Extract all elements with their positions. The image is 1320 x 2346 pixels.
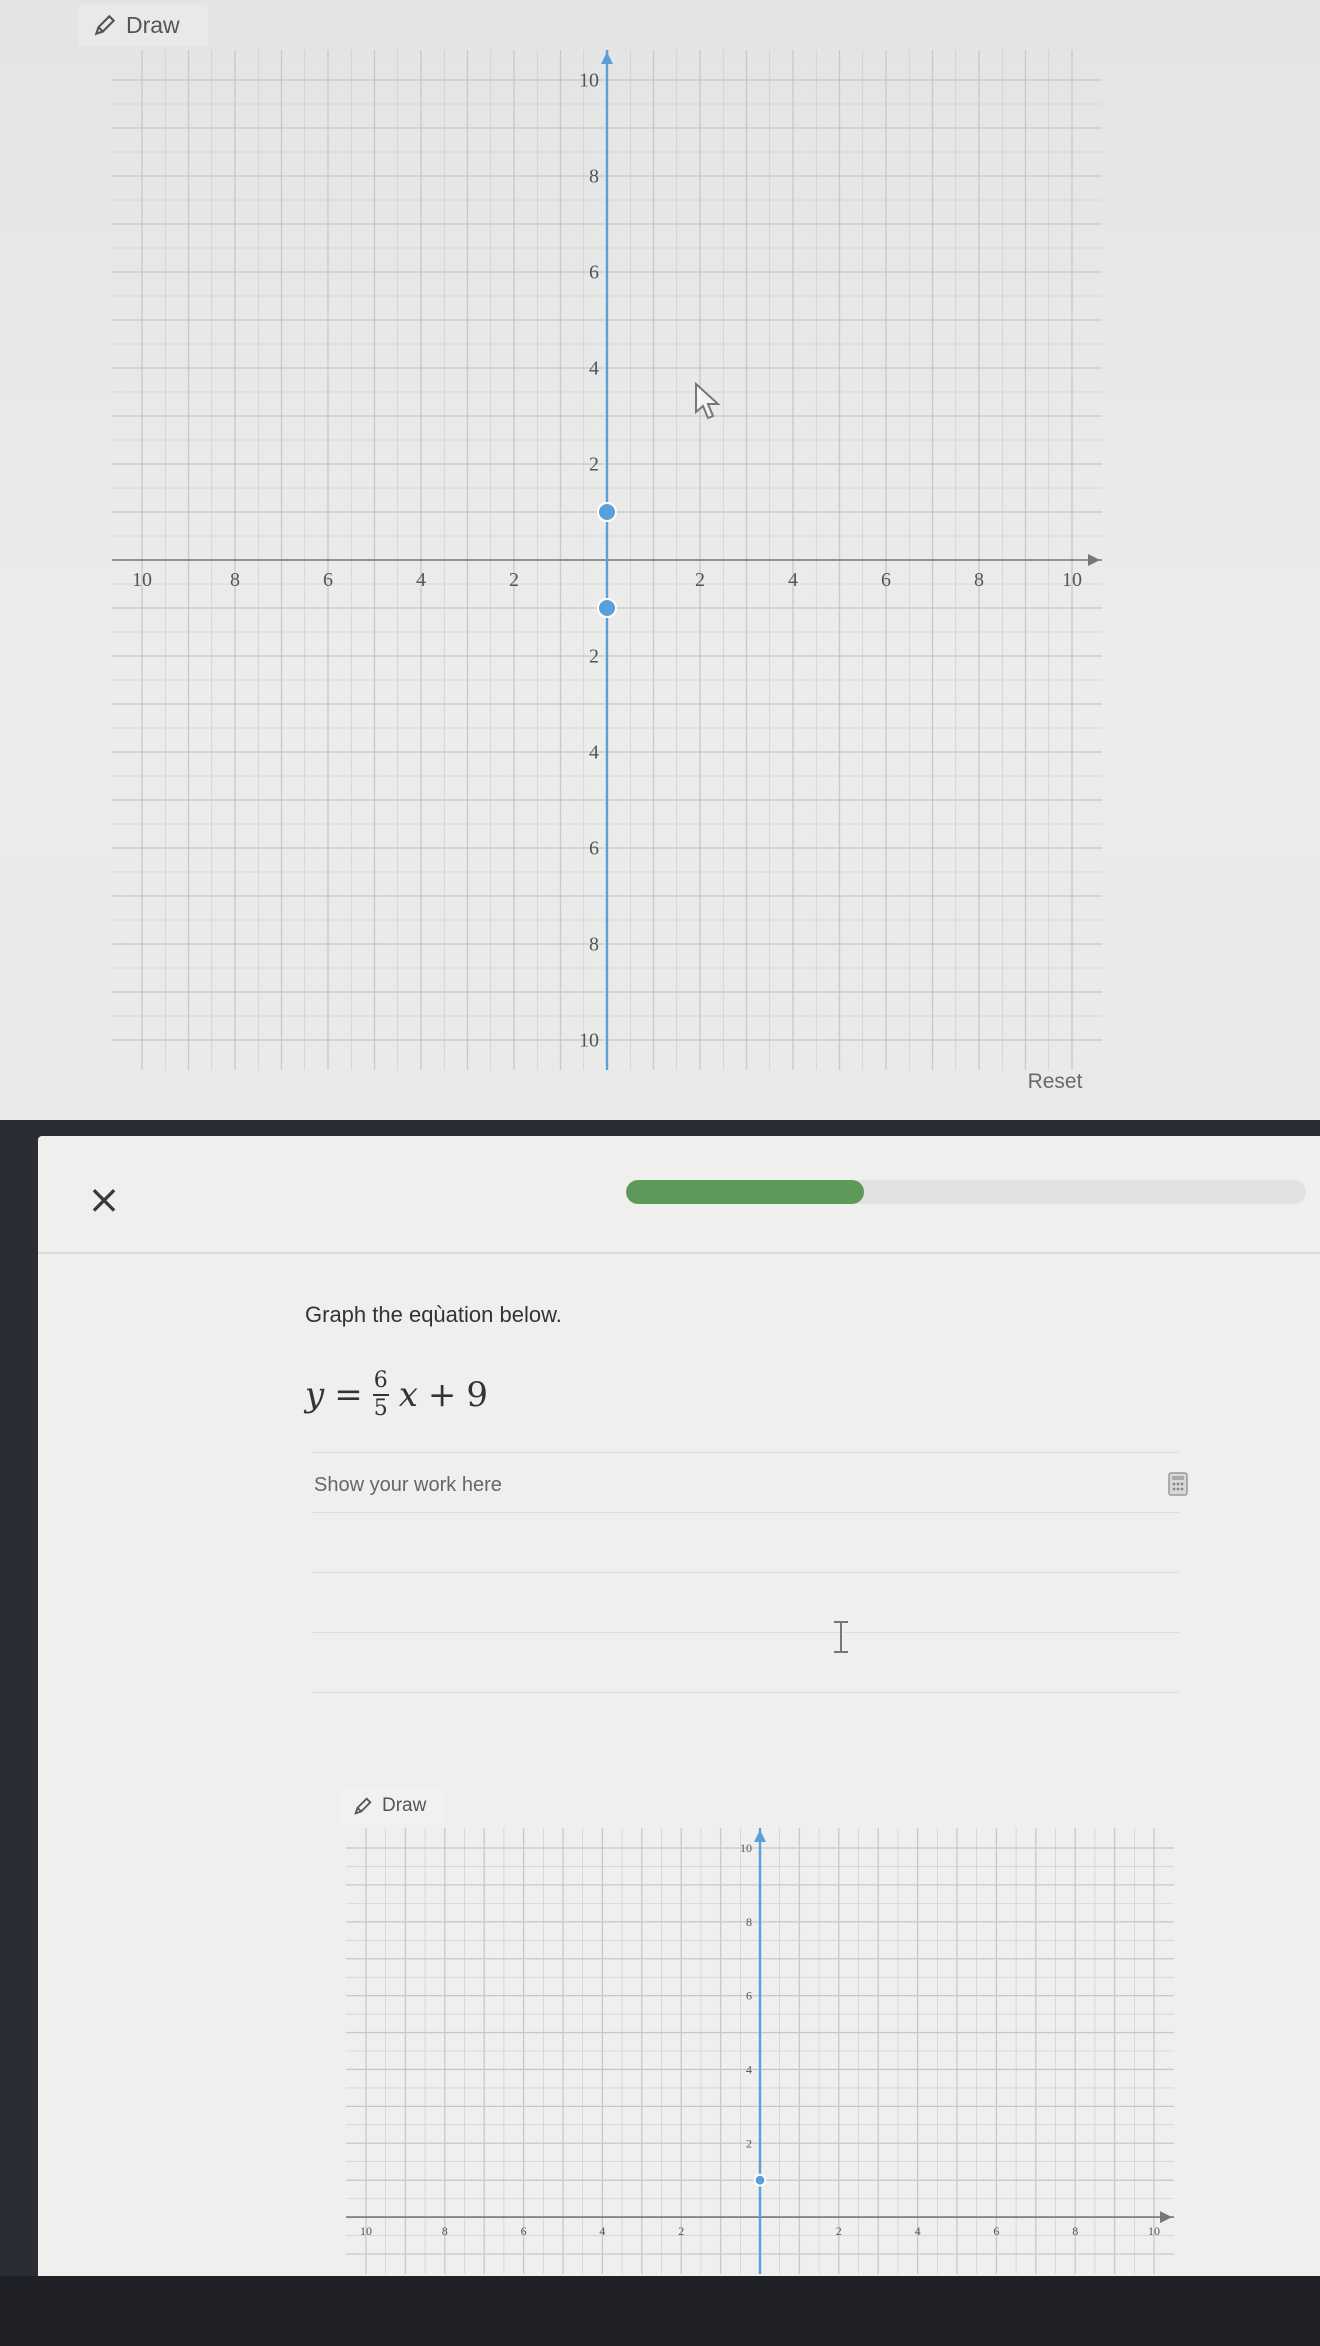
y-tick-label: 8 bbox=[589, 166, 599, 188]
x-tick-label: 8 bbox=[1072, 2224, 1078, 2238]
equation: y = 6 5 x + 9 bbox=[305, 1360, 488, 1430]
x-tick-label: 2 bbox=[678, 2224, 684, 2238]
work-line bbox=[312, 1572, 1180, 1573]
progress-bar bbox=[626, 1180, 1306, 1204]
app-header: × bbox=[38, 1136, 1320, 1254]
y-tick-label: 8 bbox=[746, 1915, 752, 1929]
x-axis-arrow bbox=[1160, 2211, 1172, 2224]
equation-equals: = bbox=[334, 1375, 363, 1415]
screen-bezel bbox=[0, 2276, 1320, 2346]
y-tick-label: 4 bbox=[746, 2062, 752, 2076]
equation-variable: x bbox=[398, 1375, 418, 1415]
x-tick-label: 8 bbox=[442, 2224, 448, 2238]
x-tick-label: 4 bbox=[416, 569, 426, 591]
equation-plus: + bbox=[427, 1375, 457, 1415]
x-tick-label: 2 bbox=[509, 569, 519, 591]
fraction-numerator: 6 bbox=[373, 1368, 388, 1393]
x-tick-label: 4 bbox=[915, 2224, 921, 2238]
work-placeholder: Show your work here bbox=[314, 1474, 502, 1496]
progress-fill bbox=[626, 1180, 864, 1204]
equation-fraction: 6 5 bbox=[372, 1368, 389, 1421]
work-textarea[interactable]: Show your work here bbox=[312, 1452, 1188, 1697]
equation-constant: 9 bbox=[466, 1375, 489, 1415]
mouse-pointer-icon bbox=[695, 382, 721, 420]
draw-button-label: Draw bbox=[382, 1795, 427, 1816]
text-cursor-icon bbox=[834, 1621, 848, 1653]
graph-point bbox=[597, 598, 617, 618]
x-tick-label: 8 bbox=[230, 569, 240, 591]
x-tick-label: 10 bbox=[1062, 569, 1082, 591]
pencil-icon bbox=[92, 12, 118, 38]
x-tick-label: 2 bbox=[695, 569, 705, 591]
y-tick-label: 6 bbox=[589, 262, 599, 284]
x-axis-arrow bbox=[1088, 554, 1100, 566]
pencil-icon bbox=[352, 1795, 374, 1817]
work-line bbox=[312, 1692, 1180, 1693]
y-tick-label: 6 bbox=[589, 838, 599, 860]
x-tick-label: 8 bbox=[974, 569, 984, 591]
x-tick-label: 6 bbox=[993, 2224, 999, 2238]
draw-button-bottom[interactable]: Draw bbox=[340, 1788, 444, 1824]
x-tick-label: 6 bbox=[323, 569, 333, 591]
calculator-icon[interactable] bbox=[1168, 1472, 1188, 1496]
y-tick-label: 10 bbox=[579, 70, 599, 92]
y-tick-label: 2 bbox=[589, 454, 599, 476]
coordinate-graph-top[interactable]: 10 8 6 4 2 2 4 6 8 10 10 8 6 4 2 2 4 6 8 10 bbox=[112, 50, 1102, 1070]
y-tick-label: 2 bbox=[589, 646, 599, 668]
draw-button[interactable]: Draw bbox=[78, 4, 208, 46]
y-tick-label: 4 bbox=[589, 358, 599, 380]
x-tick-label: 10 bbox=[360, 2224, 372, 2238]
question-text: Graph the eqùation below. bbox=[305, 1302, 562, 1327]
x-tick-label: 2 bbox=[836, 2224, 842, 2238]
work-line bbox=[312, 1452, 1180, 1453]
draw-button-label: Draw bbox=[126, 11, 180, 38]
x-tick-label: 4 bbox=[788, 569, 798, 591]
y-tick-label: 6 bbox=[746, 1989, 752, 2003]
graph-point bbox=[753, 2173, 767, 2187]
x-tick-label: 4 bbox=[599, 2224, 605, 2238]
x-tick-label: 10 bbox=[132, 569, 152, 591]
graph-point bbox=[597, 502, 617, 522]
x-tick-label: 10 bbox=[1148, 2224, 1160, 2238]
fraction-denominator: 5 bbox=[373, 1396, 388, 1421]
work-line bbox=[312, 1512, 1180, 1513]
coordinate-graph-bottom[interactable]: 10 8 6 4 2 2 4 6 8 10 10 8 6 4 2 bbox=[346, 1828, 1174, 2274]
x-tick-label: 6 bbox=[881, 569, 891, 591]
y-tick-label: 8 bbox=[589, 934, 599, 956]
y-tick-label: 10 bbox=[740, 1841, 752, 1855]
equation-lhs: y bbox=[305, 1375, 325, 1415]
reset-button[interactable]: Reset bbox=[1020, 1065, 1090, 1099]
y-tick-label: 4 bbox=[589, 742, 599, 764]
y-tick-label: 2 bbox=[746, 2136, 752, 2150]
work-line bbox=[312, 1632, 1180, 1633]
y-tick-label: 10 bbox=[579, 1030, 599, 1052]
top-screenshot-panel: Draw 10 8 6 4 2 2 4 6 8 10 10 8 6 4 2 2 4 6 8 10 Reset bbox=[0, 0, 1320, 1120]
close-icon[interactable]: × bbox=[84, 1180, 124, 1220]
x-tick-label: 6 bbox=[521, 2224, 527, 2238]
